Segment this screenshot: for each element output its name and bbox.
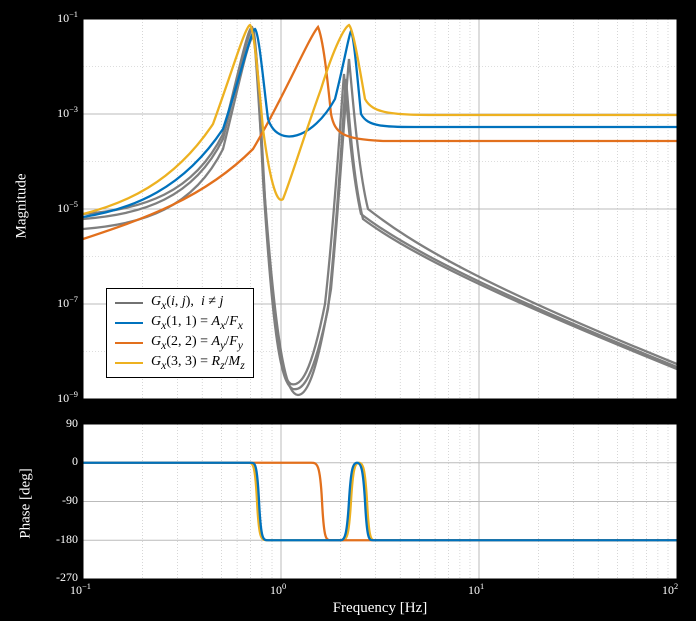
mag-ytick-4: 10−1 xyxy=(44,10,78,26)
legend-item-g33: Gx(3, 3) = Rz/Mz xyxy=(115,353,245,373)
legend-label-3: Gx(3, 3) = Rz/Mz xyxy=(151,354,245,372)
legend-label-1: Gx(1, 1) = Ax/Fx xyxy=(151,314,243,332)
swatch-orange xyxy=(115,342,143,344)
mag-ytick-0: 10−9 xyxy=(44,390,78,406)
bode-plot-figure: Magnitude 10−9 10−7 10−5 10−3 10−1 Phase… xyxy=(0,0,696,621)
g33-curve xyxy=(83,25,677,214)
phase-panel xyxy=(82,423,678,580)
phase-ytick-4: 90 xyxy=(48,416,78,431)
xtick-0: 10−1 xyxy=(70,582,91,598)
legend-label-0: Gx(i, j), i ≠ j xyxy=(151,294,223,312)
xtick-3: 102 xyxy=(662,582,678,598)
swatch-gray xyxy=(115,302,143,304)
g22-curve xyxy=(83,27,677,239)
xtick-2: 101 xyxy=(468,582,484,598)
g11-curve xyxy=(83,29,677,217)
legend-item-offdiag: Gx(i, j), i ≠ j xyxy=(115,293,245,313)
phase-ytick-1: -180 xyxy=(48,532,78,547)
phase-svg xyxy=(83,424,677,579)
mag-ytick-1: 10−7 xyxy=(44,295,78,311)
legend: Gx(i, j), i ≠ j Gx(1, 1) = Ax/Fx Gx(2, 2… xyxy=(106,288,254,378)
legend-item-g11: Gx(1, 1) = Ax/Fx xyxy=(115,313,245,333)
phase-ytick-2: -90 xyxy=(48,493,78,508)
legend-item-g22: Gx(2, 2) = Ay/Fy xyxy=(115,333,245,353)
ylabel-phase: Phase [deg] xyxy=(18,464,35,544)
legend-label-2: Gx(2, 2) = Ay/Fy xyxy=(151,334,243,352)
swatch-blue xyxy=(115,322,143,324)
xtick-1: 100 xyxy=(270,582,286,598)
mag-ytick-2: 10−5 xyxy=(44,200,78,216)
phase-ytick-3: 0 xyxy=(48,454,78,469)
mag-ytick-3: 10−3 xyxy=(44,105,78,121)
swatch-yellow xyxy=(115,362,143,364)
xlabel: Frequency [Hz] xyxy=(300,600,460,617)
ylabel-magnitude: Magnitude xyxy=(14,179,31,239)
